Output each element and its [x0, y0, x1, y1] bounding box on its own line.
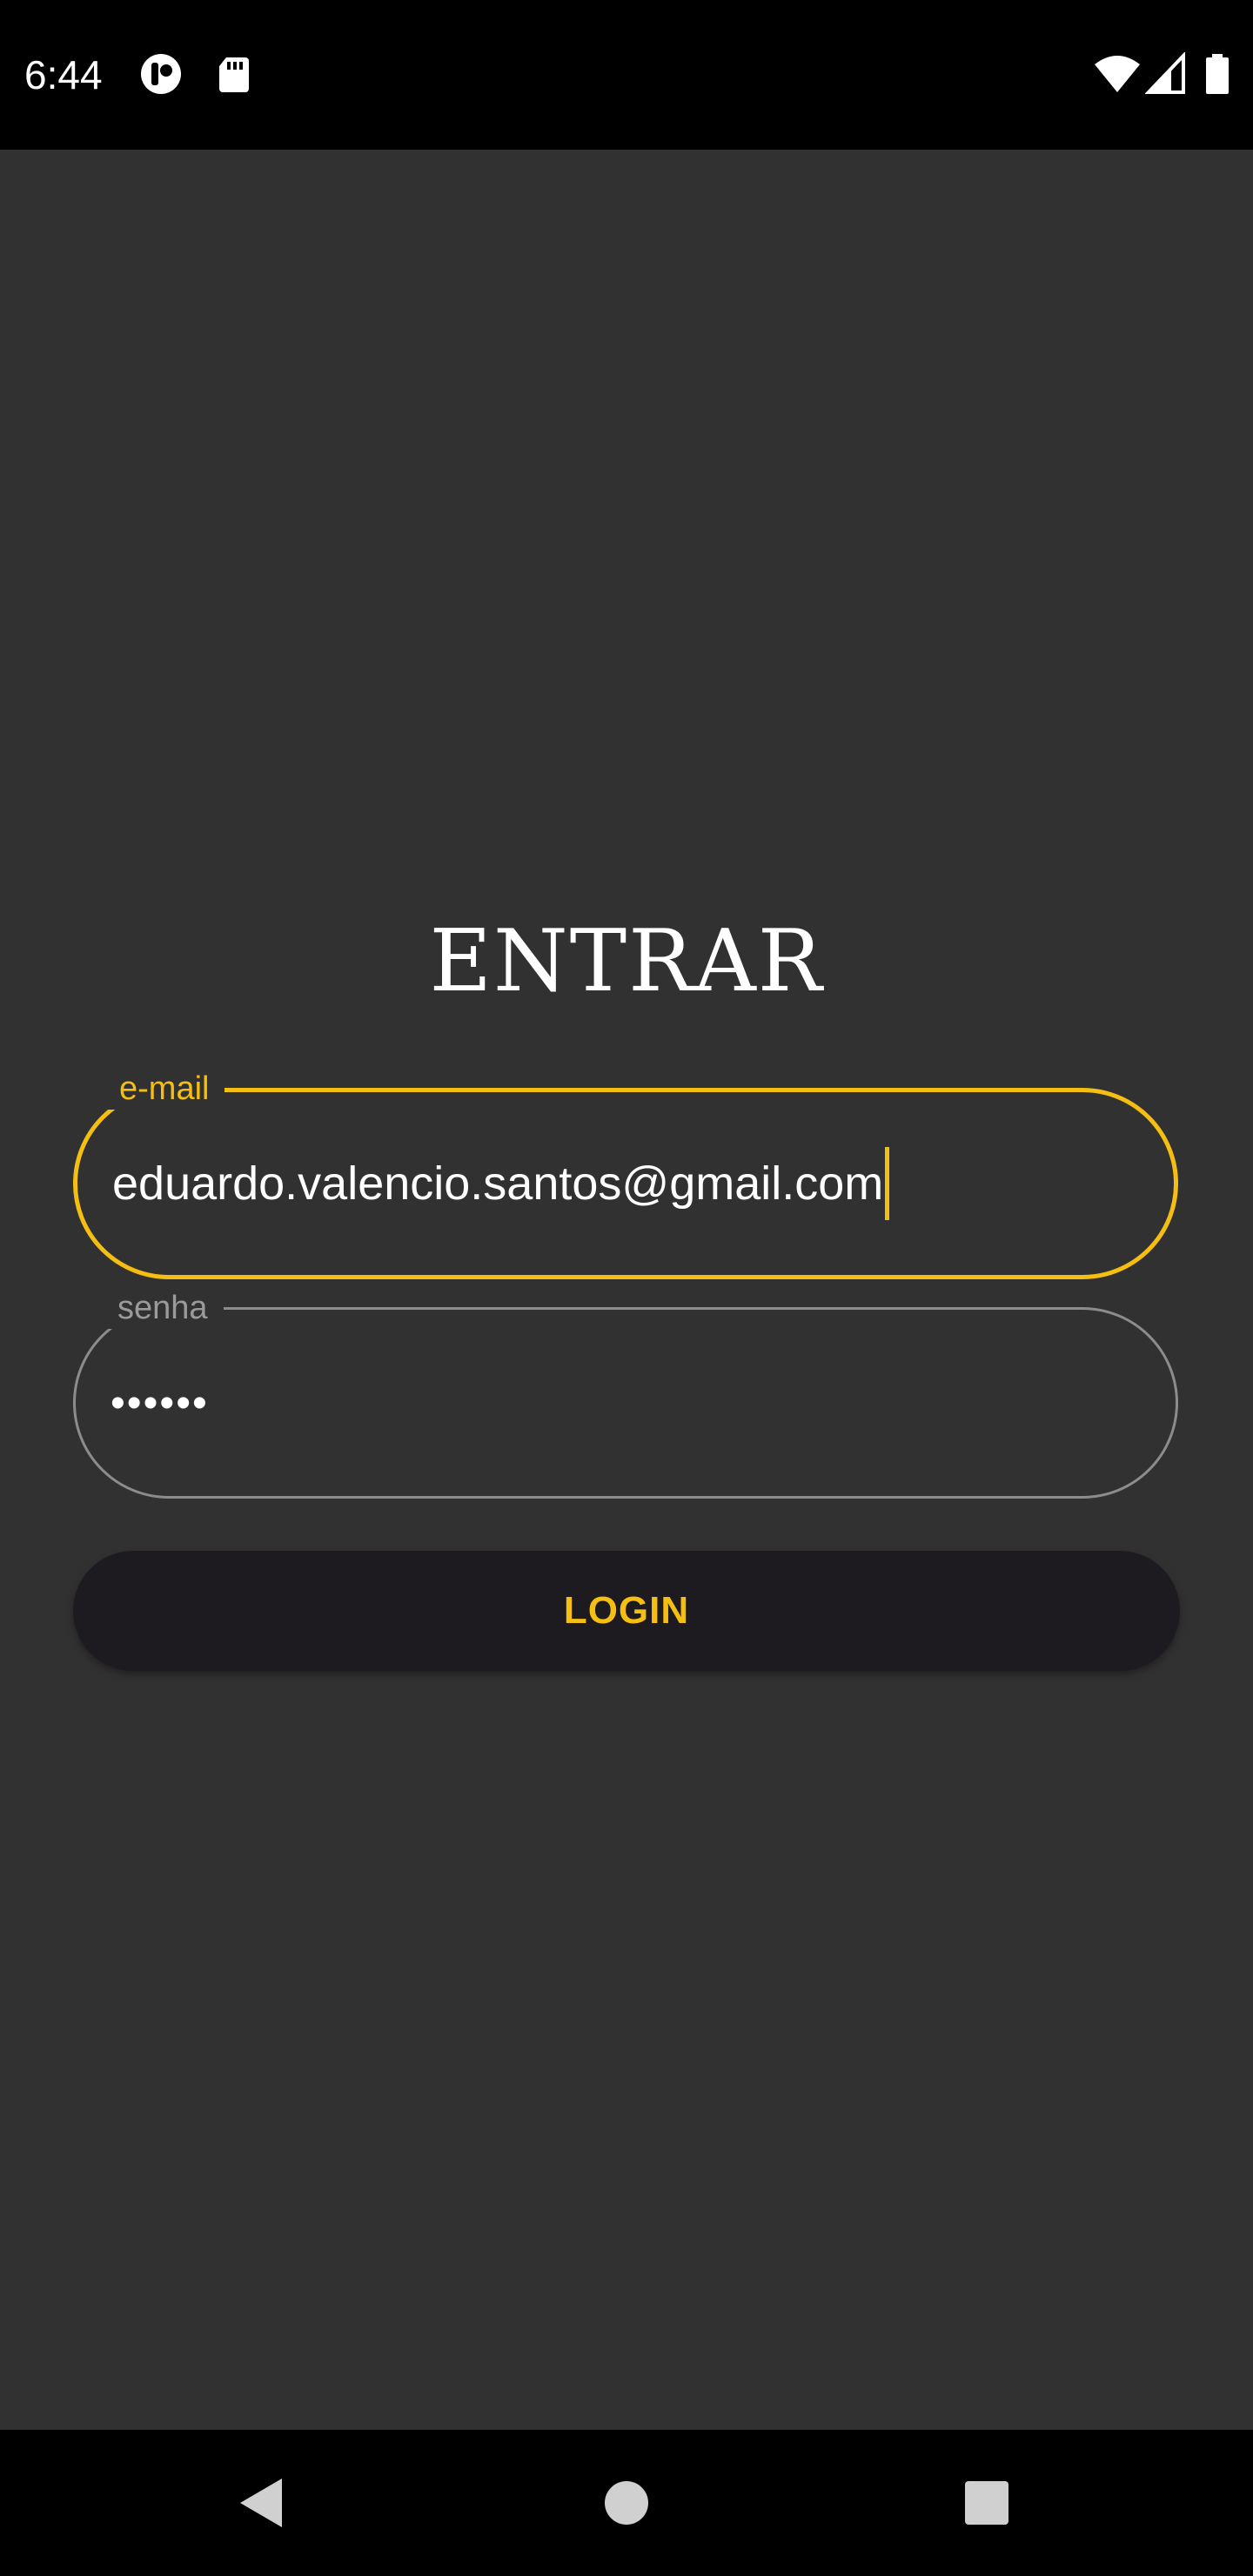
page-title: ENTRAR	[429, 912, 824, 1011]
login-button[interactable]: LOGIN	[73, 1551, 1180, 1671]
login-button-label: LOGIN	[563, 1589, 690, 1632]
password-input[interactable]: ••••••	[111, 1310, 209, 1496]
battery-icon	[1204, 52, 1230, 96]
status-time: 6:44	[24, 52, 103, 97]
navigation-bar	[0, 2430, 1253, 2576]
home-icon[interactable]	[592, 2468, 661, 2538]
text-cursor	[885, 1147, 890, 1220]
password-input-value: ••••••	[111, 1379, 209, 1426]
back-icon[interactable]	[228, 2468, 298, 2538]
email-input-value: eduardo.valencio.santos@gmail.com	[112, 1157, 884, 1210]
wifi-icon	[1093, 52, 1142, 96]
cell-signal-icon	[1145, 52, 1189, 96]
sd-card-icon	[212, 52, 256, 96]
email-field[interactable]: e-mail eduardo.valencio.santos@gmail.com	[73, 1068, 1178, 1279]
email-input[interactable]: eduardo.valencio.santos@gmail.com	[112, 1092, 890, 1275]
status-bar: 6:44	[0, 0, 1253, 150]
password-field[interactable]: senha ••••••	[73, 1287, 1178, 1499]
app-notification-icon	[139, 52, 183, 96]
login-screen: 6:44 ENTRAR e-mail eduardo.valencio.sant…	[0, 0, 1253, 2576]
recents-icon[interactable]	[952, 2468, 1022, 2538]
